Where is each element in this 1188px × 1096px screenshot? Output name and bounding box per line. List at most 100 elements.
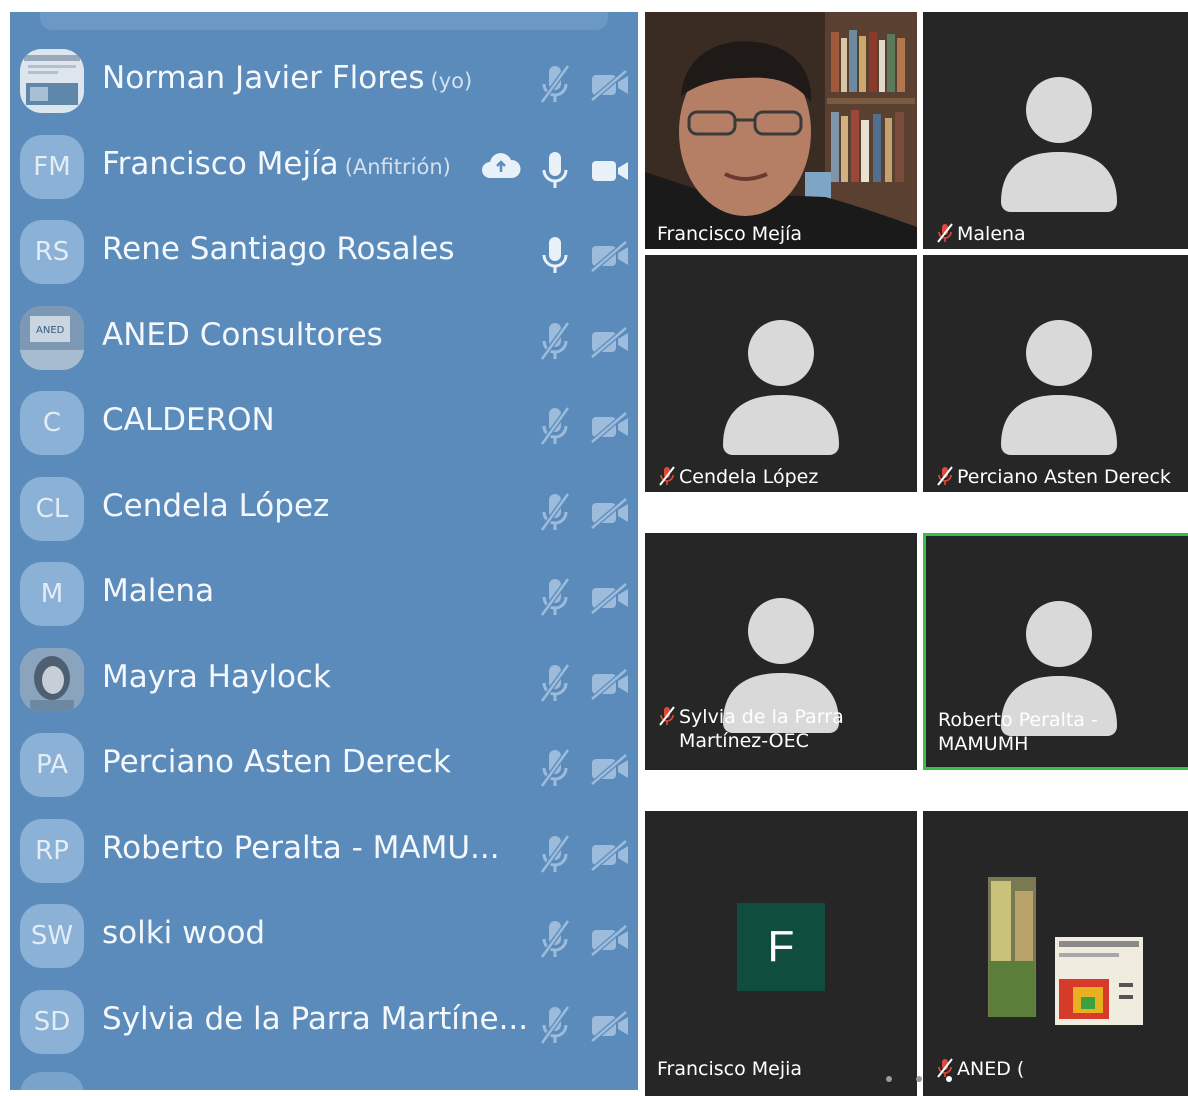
camera-off-icon[interactable] [590,496,630,534]
participant-row[interactable]: RS Rene Santiago Rosales [10,205,638,290]
avatar: M [20,562,84,626]
video-grid: Francisco Mejía Malena Cendela López Percia… [638,12,1188,1096]
svg-text:ANED: ANED [36,325,65,336]
participant-name: Norman Javier Flores (yo) [102,60,472,96]
avatar: SW [20,904,84,968]
avatar: SD [20,989,84,1054]
video-tile[interactable]: Perciano Asten Dereck [923,255,1188,492]
tile-name-line: Cendela López [679,466,819,488]
tile-name-line: Francisco Mejía [657,223,803,245]
cloud-recording-icon [480,150,522,186]
participant-placeholder-icon [1001,77,1117,212]
video-tile[interactable]: Cendela López [645,255,917,492]
participant-row[interactable]: ANED ANED Consultores [10,291,638,376]
participant-row[interactable]: M Malena [10,547,638,632]
mic-icon[interactable] [538,235,572,279]
participant-row[interactable]: PA Perciano Asten Dereck [10,718,638,803]
mic-muted-icon [935,465,957,489]
camera-off-icon[interactable] [590,68,630,106]
tile-name-line: Sylvia de la Parra [679,706,844,728]
participant-name: Mayra Haylock [102,659,331,695]
mic-muted-icon[interactable] [538,492,572,536]
mic-muted-icon[interactable] [538,406,572,450]
tile-name-line-2: Martínez-OEC [679,730,809,752]
participant-name-text: Norman Javier Flores [102,60,425,96]
participant-row[interactable]: SW solki wood [10,889,638,974]
tile-name-line: Roberto Peralta - [938,709,1098,731]
participant-name: Malena [102,573,214,609]
participant-name-text: Mayra Haylock [102,658,331,695]
camera-off-icon[interactable] [590,667,630,705]
participant-name: Perciano Asten Dereck [102,744,451,780]
tile-participant-name: Roberto Peralta - MAMUMH [938,708,1098,756]
letter-avatar: F [737,903,825,991]
avatar: RP [20,818,84,883]
video-tile[interactable]: Roberto Peralta - MAMUMH [923,533,1188,770]
mic-muted-icon[interactable] [538,919,572,963]
participant-row[interactable]: FM Francisco Mejía (Anfitrión) [10,120,638,205]
mic-muted-icon[interactable] [538,834,572,878]
page-indicator-dot[interactable] [946,1076,952,1082]
camera-off-icon[interactable] [590,581,630,619]
next-participant-avatar [20,1072,84,1090]
participant-row[interactable]: Norman Javier Flores (yo) [10,34,638,119]
participant-name: solki wood [102,915,265,951]
participant-name: Roberto Peralta - MAMU... [102,830,500,866]
participant-name-text: Perciano Asten Dereck [102,744,452,780]
avatar: CL [20,476,84,541]
camera-icon[interactable] [590,154,630,192]
tile-name-line: ANED ( [957,1058,1025,1080]
page-indicator-dot[interactable] [886,1076,892,1082]
mic-muted-icon [935,222,957,246]
tile-participant-name: Perciano Asten Dereck [935,465,1171,489]
participant-name-text: Francisco Mejía [102,145,339,182]
mic-muted-icon[interactable] [538,1005,572,1049]
participant-name-text: Cendela López [102,487,330,524]
participant-row[interactable]: C CALDERON [10,376,638,461]
tile-name-line: Malena [957,223,1026,245]
mic-muted-icon[interactable] [538,64,572,108]
camera-off-icon[interactable] [590,923,630,961]
camera-off-icon[interactable] [590,410,630,448]
video-tile[interactable]: Sylvia de la Parra Martínez-OEC [645,533,917,770]
video-tile[interactable]: Francisco Mejía [645,12,917,249]
participant-name: CALDERON [102,402,275,438]
participant-row[interactable]: RP Roberto Peralta - MAMU... [10,804,638,889]
camera-off-icon[interactable] [590,752,630,790]
mic-muted-icon [657,705,679,729]
participant-name-text: Roberto Peralta - MAMU... [102,829,500,866]
participant-name-text: ANED Consultores [102,316,383,353]
participant-row[interactable]: Mayra Haylock [10,633,638,718]
participant-row[interactable]: SD Sylvia de la Parra Martíne... [10,975,638,1060]
tile-participant-name: Francisco Mejía [657,222,802,246]
participants-panel: Norman Javier Flores (yo) FM Francisco Mejí… [10,12,638,1090]
camera-off-icon[interactable] [590,1009,630,1047]
video-tile[interactable]: Malena [923,12,1188,249]
video-tile[interactable]: ANED ( [923,811,1188,1096]
participant-name-text: Rene Santiago Rosales [102,231,455,267]
participant-row[interactable]: CL Cendela López [10,462,638,547]
avatar [20,49,84,113]
avatar: RS [20,220,84,284]
participant-name: Cendela López [102,488,329,524]
participant-placeholder-icon [723,320,839,455]
participant-name-text: Malena [102,573,215,609]
camera-off-icon[interactable] [590,239,630,277]
avatar: C [20,391,84,455]
tile-name-line: Francisco Mejia [657,1058,803,1080]
mic-muted-icon[interactable] [538,748,572,792]
video-tile[interactable]: F Francisco Mejia [645,811,917,1096]
camera-off-icon[interactable] [590,325,630,363]
camera-off-icon[interactable] [590,838,630,876]
search-bar[interactable] [40,12,608,30]
page-indicator-dot[interactable] [916,1076,922,1082]
participant-name: ANED Consultores [102,317,383,353]
mic-muted-icon[interactable] [538,663,572,707]
mic-muted-icon[interactable] [538,321,572,365]
mic-muted-icon[interactable] [538,577,572,621]
tile-participant-name: Sylvia de la Parra Martínez-OEC [657,705,844,753]
participant-name: Rene Santiago Rosales [102,231,454,267]
tile-name-line-2: MAMUMH [938,733,1029,755]
mic-icon[interactable] [538,150,572,194]
avatar: ANED [20,305,84,370]
